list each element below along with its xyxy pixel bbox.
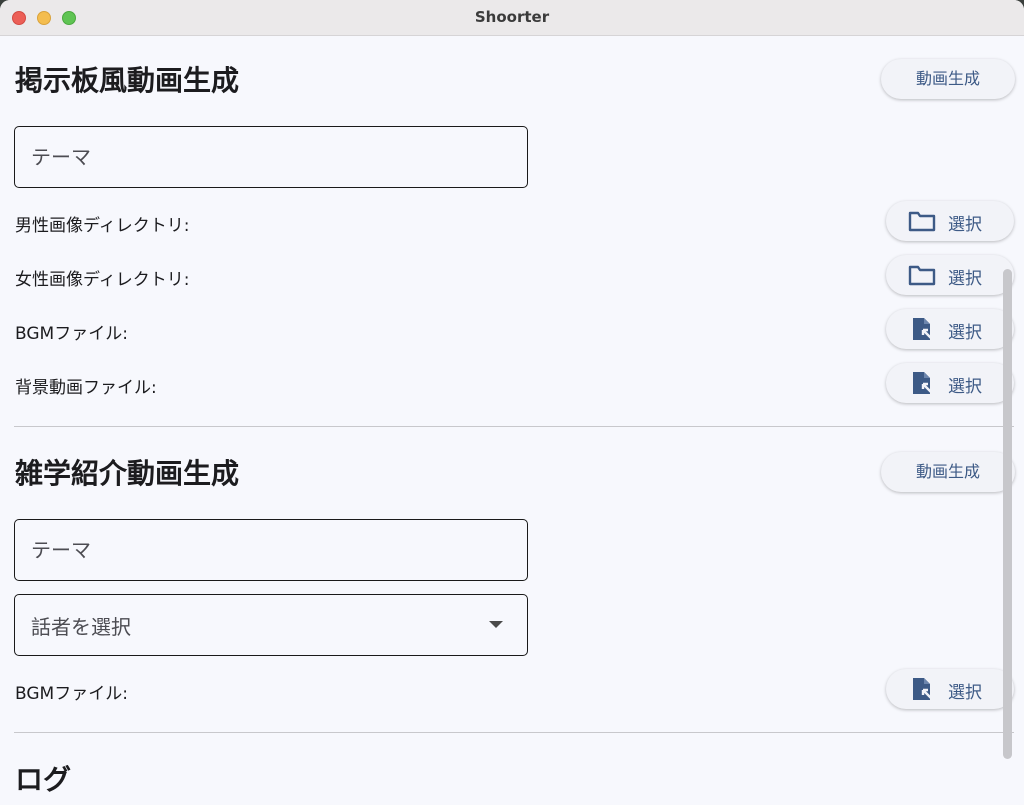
bgm-file-label-trivia: BGMファイル:: [15, 684, 128, 704]
select-button-label: 選択: [948, 377, 982, 397]
section-divider: [14, 426, 1014, 427]
speaker-select-value: 話者を選択: [31, 615, 131, 639]
select-male-image-dir-button[interactable]: 選択: [886, 201, 1014, 241]
section-divider: [14, 732, 1014, 733]
vertical-scrollbar[interactable]: [1003, 269, 1012, 759]
bgm-file-label-bbs: BGMファイル:: [15, 324, 128, 344]
title-bar: Shoorter: [0, 0, 1024, 36]
section-title-bbs-video: 掲示板風動画生成: [15, 64, 240, 97]
section-title-trivia-video: 雑学紹介動画生成: [15, 457, 240, 490]
select-background-video-button[interactable]: 選択: [886, 363, 1014, 403]
folder-icon: [908, 211, 936, 232]
select-female-image-dir-button[interactable]: 選択: [886, 255, 1014, 295]
select-bgm-file-button-trivia[interactable]: 選択: [886, 669, 1014, 709]
file-open-icon: [913, 318, 933, 340]
scrollbar-thumb[interactable]: [1003, 269, 1012, 759]
folder-icon: [908, 265, 936, 286]
generate-video-button-bbs[interactable]: 動画生成: [881, 59, 1015, 99]
file-open-icon: [913, 678, 933, 700]
app-window: Shoorter 掲示板風動画生成 動画生成 男性画像ディレクトリ: 選択 女性…: [0, 0, 1024, 805]
select-button-label: 選択: [948, 269, 982, 289]
section-title-log: ログ: [15, 763, 72, 796]
background-video-file-label: 背景動画ファイル:: [15, 378, 157, 398]
main-content: 掲示板風動画生成 動画生成 男性画像ディレクトリ: 選択 女性画像ディレクトリ:…: [0, 37, 1024, 805]
select-button-label: 選択: [948, 683, 982, 703]
dropdown-arrow-icon: [489, 621, 503, 628]
female-image-dir-label: 女性画像ディレクトリ:: [15, 270, 190, 290]
select-button-label: 選択: [948, 215, 982, 235]
generate-video-button-trivia[interactable]: 動画生成: [881, 452, 1015, 492]
male-image-dir-label: 男性画像ディレクトリ:: [15, 216, 190, 236]
theme-input-trivia[interactable]: [14, 519, 528, 581]
theme-input-bbs[interactable]: [14, 126, 528, 188]
speaker-select[interactable]: 話者を選択: [14, 594, 528, 656]
window-title: Shoorter: [474, 8, 550, 26]
select-bgm-file-button-bbs[interactable]: 選択: [886, 309, 1014, 349]
file-open-icon: [913, 372, 933, 394]
select-button-label: 選択: [948, 323, 982, 343]
